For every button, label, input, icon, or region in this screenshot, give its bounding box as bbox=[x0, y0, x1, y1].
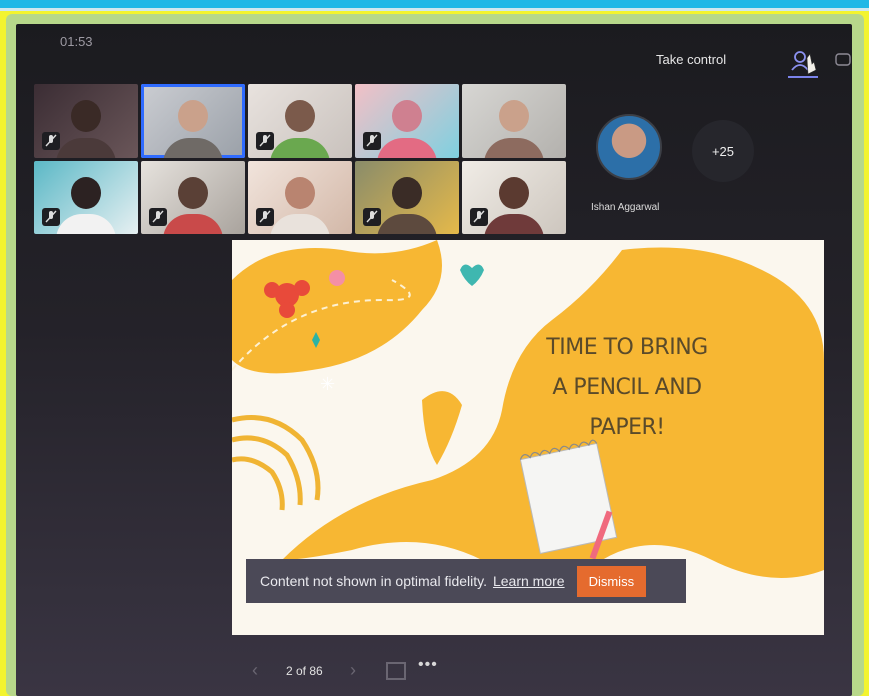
participant-silhouette bbox=[499, 176, 529, 209]
video-grid bbox=[34, 84, 566, 234]
slide-title: TIME TO BRING A PENCIL AND PAPER! bbox=[522, 328, 732, 448]
participant-silhouette bbox=[270, 137, 330, 158]
featured-participant-name: Ishan Aggarwal bbox=[591, 202, 660, 213]
mic-off-icon bbox=[42, 131, 60, 150]
participant-silhouette bbox=[392, 100, 422, 133]
mic-off-icon bbox=[256, 208, 274, 226]
people-icon[interactable] bbox=[788, 48, 818, 78]
participant-tile[interactable] bbox=[248, 160, 352, 234]
participant-silhouette bbox=[163, 137, 223, 158]
meeting-timer: 01:53 bbox=[60, 34, 93, 49]
participant-silhouette bbox=[285, 176, 315, 209]
participant-silhouette bbox=[392, 176, 422, 209]
teams-screen: 01:53 Take control Ishan Aggarwal +25 ✳ … bbox=[16, 24, 852, 696]
mic-off-icon bbox=[363, 208, 381, 226]
participant-tile[interactable] bbox=[355, 84, 459, 158]
participant-silhouette bbox=[377, 214, 437, 234]
participant-tile[interactable] bbox=[462, 160, 566, 234]
participant-silhouette bbox=[71, 176, 101, 209]
page-indicator: 2 of 86 bbox=[286, 664, 323, 678]
chevron-right-icon[interactable]: › bbox=[350, 660, 356, 681]
participant-silhouette bbox=[484, 214, 544, 234]
presenter-view-icon[interactable] bbox=[386, 662, 406, 680]
mic-off-icon bbox=[363, 131, 381, 150]
mic-off-icon bbox=[149, 208, 167, 226]
svg-text:✳: ✳ bbox=[320, 374, 335, 395]
mic-off-icon bbox=[256, 131, 274, 150]
top-strip bbox=[0, 0, 869, 11]
dismiss-button[interactable]: Dismiss bbox=[576, 565, 647, 597]
participant-silhouette bbox=[56, 214, 116, 234]
fidelity-banner: Content not shown in optimal fidelity. L… bbox=[246, 559, 686, 603]
participant-silhouette bbox=[178, 176, 208, 209]
more-participants-button[interactable]: +25 bbox=[692, 120, 754, 182]
participant-silhouette bbox=[56, 137, 116, 158]
participant-silhouette bbox=[377, 137, 437, 158]
mic-off-icon bbox=[42, 208, 60, 226]
participant-tile[interactable] bbox=[34, 160, 138, 234]
participant-silhouette bbox=[178, 100, 208, 133]
take-control-button[interactable]: Take control bbox=[656, 52, 726, 67]
chevron-left-icon[interactable]: ‹ bbox=[252, 660, 258, 681]
ellipsis-icon[interactable]: ••• bbox=[418, 656, 438, 674]
featured-participant-avatar[interactable] bbox=[596, 114, 662, 180]
participant-tile-active[interactable] bbox=[141, 84, 245, 158]
participant-silhouette bbox=[484, 137, 544, 158]
chat-icon[interactable] bbox=[834, 52, 852, 70]
participant-silhouette bbox=[270, 214, 330, 234]
learn-more-link[interactable]: Learn more bbox=[493, 573, 565, 589]
participant-tile[interactable] bbox=[248, 84, 352, 158]
participant-silhouette bbox=[71, 100, 101, 133]
slide-title-line1: TIME TO BRING bbox=[546, 335, 708, 360]
participant-silhouette bbox=[163, 214, 223, 234]
participant-tile[interactable] bbox=[141, 160, 245, 234]
participant-silhouette bbox=[285, 100, 315, 133]
participant-tile[interactable] bbox=[462, 84, 566, 158]
mic-off-icon bbox=[470, 208, 488, 226]
participant-silhouette bbox=[499, 100, 529, 133]
slide-title-line2: A PENCIL AND PAPER! bbox=[552, 375, 702, 440]
participant-tile[interactable] bbox=[355, 160, 459, 234]
participant-tile[interactable] bbox=[34, 84, 138, 158]
banner-message: Content not shown in optimal fidelity. bbox=[260, 573, 487, 589]
